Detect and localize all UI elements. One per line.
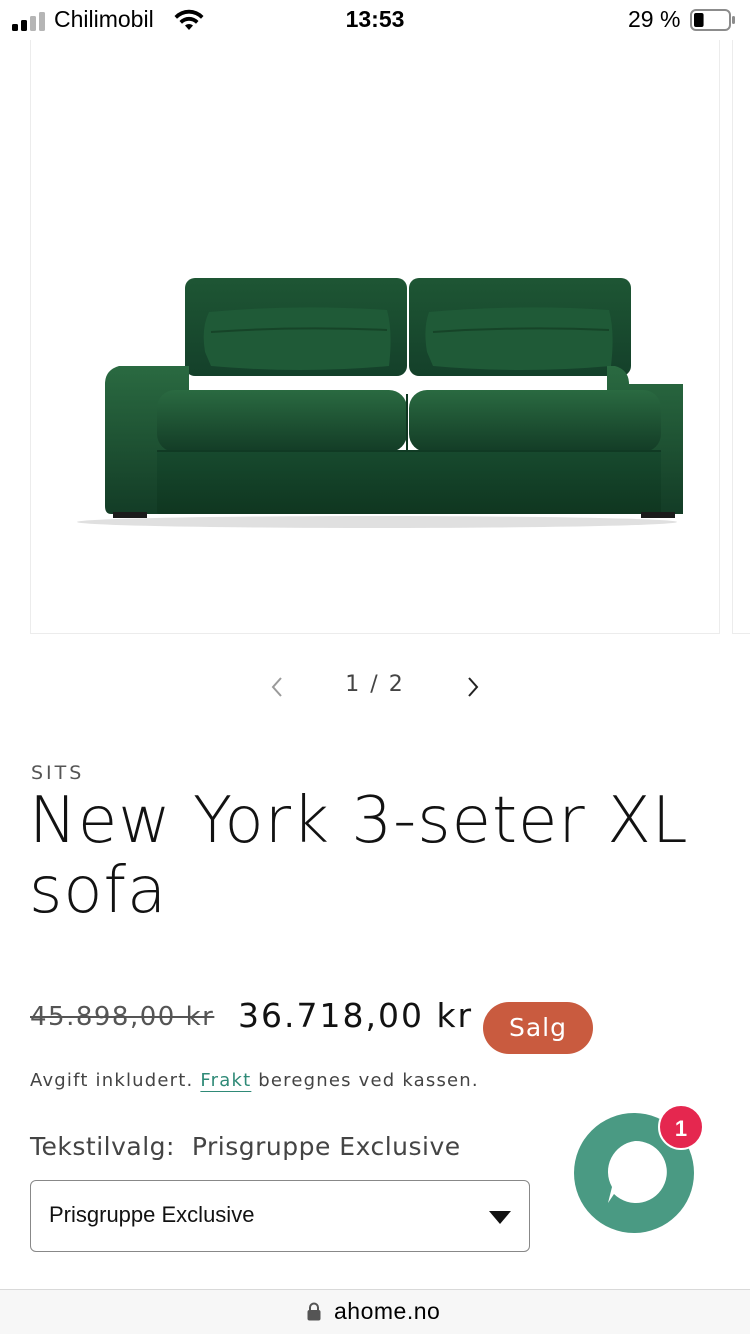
next-image-peek[interactable] — [732, 40, 750, 634]
previous-image-button[interactable] — [262, 670, 292, 704]
tax-note: Avgift inkludert. Frakt beregnes ved kas… — [30, 1070, 479, 1091]
browser-address-bar[interactable]: ahome.no — [0, 1289, 750, 1334]
product-title: New York 3-seter XL sofa — [29, 784, 689, 928]
textile-select-value: Prisgruppe Exclusive — [49, 1202, 255, 1227]
chevron-right-icon — [468, 677, 479, 697]
tax-note-prefix: Avgift inkludert. — [30, 1070, 194, 1091]
next-image-button[interactable] — [458, 670, 488, 704]
textile-select[interactable]: Prisgruppe Exclusive — [30, 1180, 530, 1252]
carrier-name: Chilimobil — [54, 6, 154, 32]
sale-badge: Salg — [483, 1002, 593, 1054]
product-image-sofa — [77, 278, 683, 528]
signal-icon — [12, 11, 48, 31]
image-counter: 1 / 2 — [345, 672, 405, 697]
status-bar: Chilimobil 13:53 29 % — [0, 0, 750, 42]
chevron-left-icon — [271, 677, 282, 697]
battery-percentage: 29 % — [628, 6, 681, 32]
chat-unread-badge: 1 — [658, 1104, 704, 1150]
chat-bubble-icon — [607, 1140, 667, 1203]
caret-down-icon — [489, 1211, 511, 1224]
product-image-frame[interactable] — [30, 40, 720, 634]
textile-option-label: Tekstilvalg: Prisgruppe Exclusive — [30, 1132, 461, 1161]
shipping-link[interactable]: Frakt — [200, 1070, 251, 1091]
tax-note-suffix: beregnes ved kassen. — [258, 1070, 479, 1091]
option-selected-value: Prisgruppe Exclusive — [191, 1132, 461, 1161]
lock-icon — [307, 1302, 321, 1321]
regular-price: 45.898,00 kr — [30, 1002, 215, 1032]
browser-domain: ahome.no — [334, 1298, 441, 1324]
wifi-icon — [174, 9, 204, 30]
product-vendor: SITS — [31, 762, 85, 784]
option-name: Tekstilvalg: — [30, 1132, 175, 1161]
battery-icon — [690, 9, 735, 31]
sale-price: 36.718,00 kr — [238, 996, 474, 1035]
